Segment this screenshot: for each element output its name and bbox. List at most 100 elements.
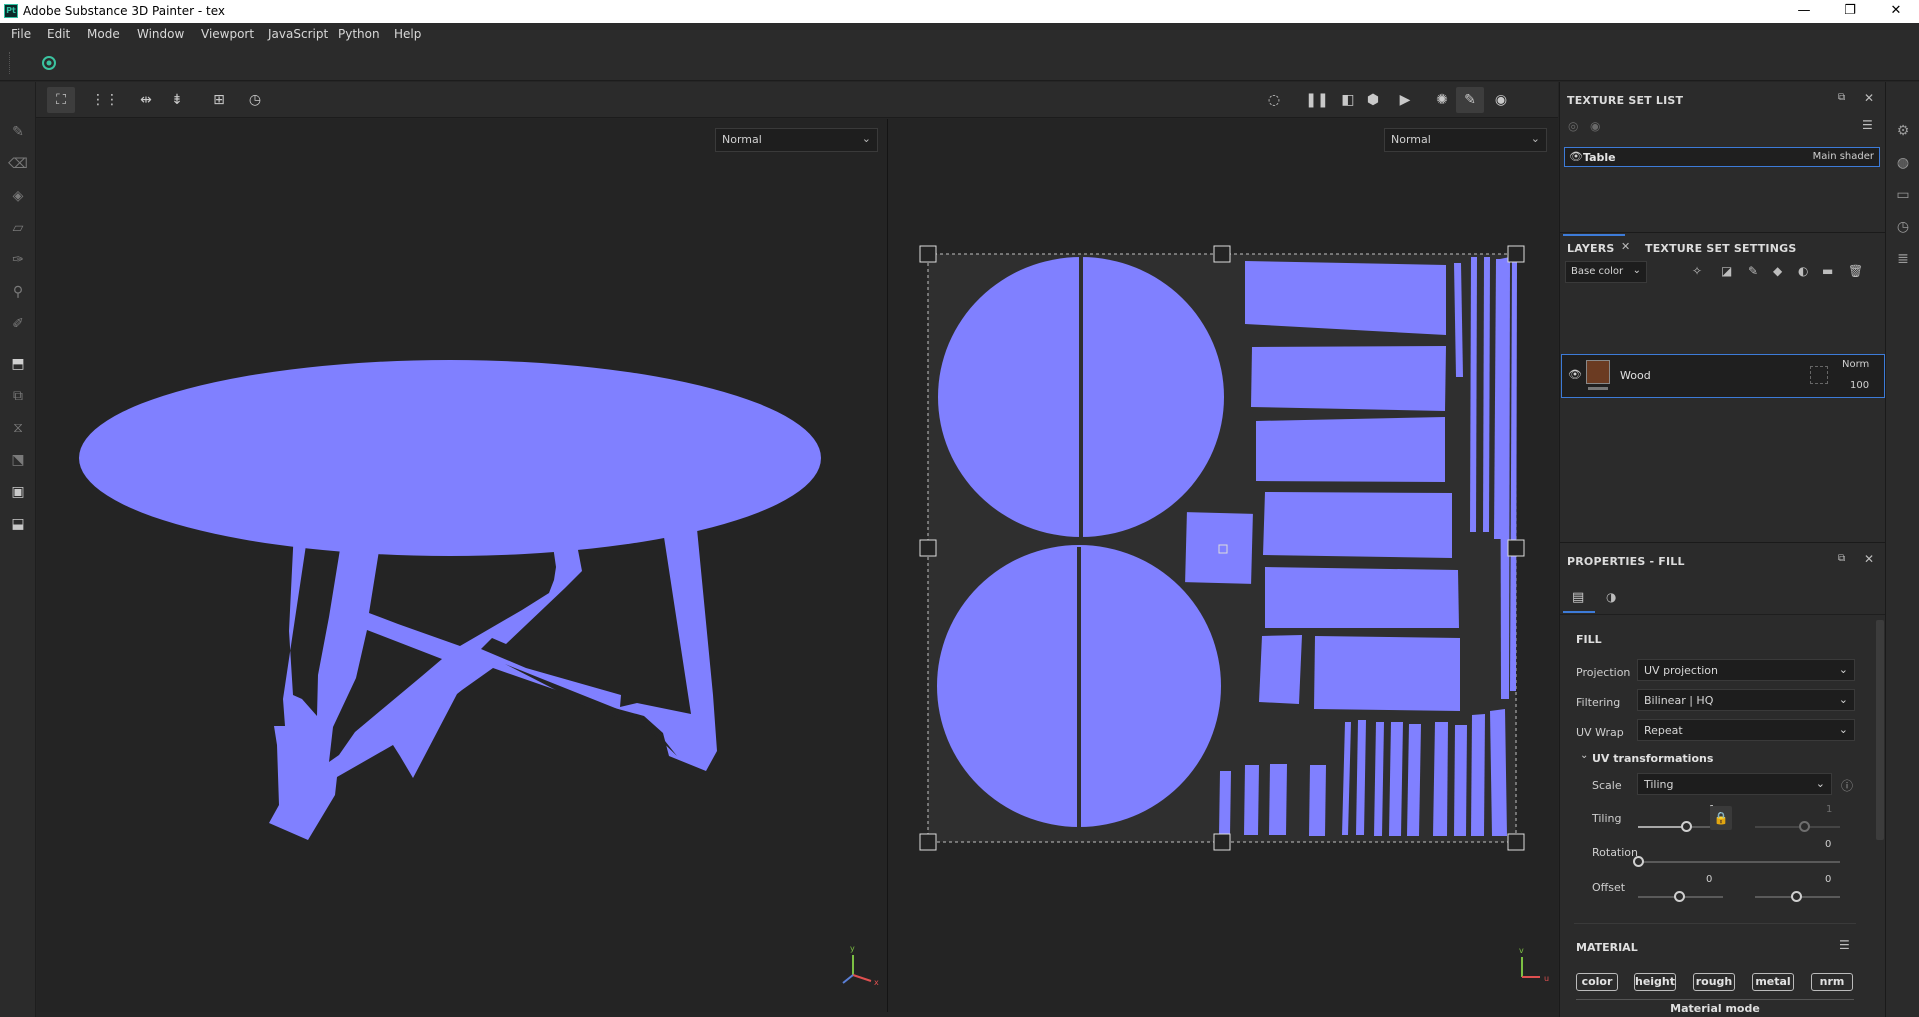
offset-v-value[interactable]: 0 — [1825, 874, 1831, 885]
material-color-toggle[interactable]: color — [1576, 973, 1618, 991]
uv-tool-icon[interactable]: ⬔ — [8, 450, 28, 470]
offset-u-value[interactable]: 0 — [1706, 874, 1712, 885]
material-nrm-toggle[interactable]: nrm — [1811, 973, 1853, 991]
tiling-v-knob[interactable] — [1799, 821, 1810, 832]
rotation-track[interactable] — [1638, 861, 1840, 863]
material-mode-label[interactable]: Material mode — [1576, 999, 1854, 1017]
maximize-button[interactable]: ❐ — [1827, 0, 1873, 23]
menu-edit[interactable]: Edit — [47, 27, 70, 41]
viewport-2d-uv[interactable]: Normal ⌄ v u — [888, 119, 1558, 1012]
material-height-toggle[interactable]: height — [1634, 973, 1676, 991]
eraser-icon[interactable]: ⌫ — [8, 154, 28, 174]
add-effect-icon[interactable]: ✧ — [1692, 264, 1702, 278]
material-options-icon[interactable]: ☰ — [1839, 938, 1850, 952]
assets-icon[interactable]: ▭ — [1894, 186, 1912, 204]
menu-help[interactable]: Help — [394, 27, 421, 41]
properties-scrollbar[interactable] — [1876, 620, 1884, 840]
layer-name[interactable]: Wood — [1620, 369, 1651, 382]
delete-layer-icon[interactable]: 🗑 — [1848, 264, 1863, 278]
align-icon[interactable]: ⇟ — [163, 87, 191, 113]
menu-window[interactable]: Window — [137, 27, 184, 41]
info-icon[interactable]: ⓘ — [1841, 777, 1853, 794]
paint-mode-icon[interactable]: ✎ — [1456, 87, 1484, 113]
history-icon[interactable]: ◷ — [1894, 218, 1912, 236]
menu-javascript[interactable]: JavaScript — [268, 27, 328, 41]
display-settings-icon[interactable]: ⚙ — [1894, 122, 1912, 140]
cube-icon[interactable]: ⬢ — [1359, 87, 1387, 113]
selection-mode-icon[interactable]: ⛶ — [47, 87, 75, 113]
lock-icon[interactable]: 🔒 — [1710, 806, 1732, 830]
measure-icon[interactable]: ⧖ — [8, 418, 28, 438]
tab-texture-set-settings[interactable]: TEXTURE SET SETTINGS — [1645, 242, 1796, 255]
clone-stamp-icon[interactable]: ⚲ — [8, 282, 28, 302]
color-picker-icon[interactable]: ✐ — [8, 314, 28, 334]
channel-select[interactable]: Base color ⌄ — [1565, 261, 1647, 283]
material-rough-toggle[interactable]: rough — [1693, 973, 1735, 991]
add-fill-layer-icon[interactable]: ◆ — [1773, 264, 1782, 278]
tab-layers[interactable]: LAYERS — [1567, 242, 1615, 255]
close-tab-icon[interactable]: ✕ — [1621, 240, 1630, 253]
camera-icon[interactable]: ▶ — [1391, 87, 1419, 113]
offset-v-knob[interactable] — [1791, 891, 1802, 902]
list-options-icon[interactable]: ☰ — [1862, 118, 1873, 132]
iray-icon[interactable]: ✺ — [1428, 87, 1456, 113]
layer-opacity[interactable]: 100 — [1850, 380, 1869, 391]
paint-brush-icon[interactable]: ✎ — [8, 122, 28, 142]
sync-status-icon[interactable] — [42, 56, 56, 70]
export-icon[interactable]: ▣ — [8, 482, 28, 502]
texture-set-row[interactable]: 👁 Table Main shader — [1564, 147, 1880, 167]
asset-icon[interactable]: ⬓ — [8, 514, 28, 534]
undock-icon[interactable]: ⧉ — [1838, 92, 1845, 103]
texture-set-shader[interactable]: Main shader — [1813, 151, 1874, 162]
layer-blend-mode[interactable]: Norm — [1842, 359, 1869, 370]
add-smart-material-icon[interactable]: ◐ — [1798, 264, 1808, 278]
layer-row[interactable]: 👁 Wood Norm 100 — [1561, 354, 1885, 398]
projection-icon[interactable]: ◈ — [8, 186, 28, 206]
eye-icon[interactable]: 👁 — [1569, 150, 1583, 163]
add-folder-icon[interactable]: ▬ — [1822, 264, 1833, 278]
eye-icon[interactable]: 👁 — [1568, 368, 1582, 381]
tab-fill-properties[interactable]: ▤ — [1563, 585, 1595, 613]
screenshot-icon[interactable]: ◉ — [1487, 87, 1515, 113]
menu-file[interactable]: File — [11, 27, 31, 41]
shader-settings-icon[interactable]: ◍ — [1894, 154, 1912, 172]
log-icon[interactable]: ≣ — [1894, 250, 1912, 268]
grid-options-icon[interactable]: ⋮⋮ — [91, 87, 119, 113]
undock-icon[interactable]: ⧉ — [1838, 553, 1845, 564]
uv-transformations-toggle[interactable]: UV transformations — [1592, 752, 1713, 765]
pause-icon[interactable]: ❚❚ — [1303, 87, 1331, 113]
tiling-u-knob[interactable] — [1681, 821, 1692, 832]
add-mask-icon[interactable]: ◪ — [1721, 264, 1732, 278]
eye-icon[interactable]: ◉ — [1590, 119, 1600, 133]
projection-select[interactable]: UV projection ⌄ — [1637, 659, 1855, 681]
split-view-icon[interactable]: ◧ — [1334, 87, 1362, 113]
geometry-fill-icon[interactable]: ▱ — [8, 218, 28, 238]
filtering-select[interactable]: Bilinear | HQ ⌄ — [1637, 689, 1855, 711]
minimize-button[interactable]: — — [1781, 0, 1827, 23]
history-icon[interactable]: ◷ — [241, 87, 269, 113]
collapse-chevron-icon[interactable]: ⌄ — [1580, 750, 1588, 761]
rotation-knob[interactable] — [1633, 856, 1644, 867]
hide-icon[interactable]: ◌ — [1260, 87, 1288, 113]
close-window-button[interactable]: ✕ — [1873, 0, 1919, 23]
uvwrap-select[interactable]: Repeat ⌄ — [1637, 719, 1855, 741]
offset-u-knob[interactable] — [1674, 891, 1685, 902]
layer-mask-slot[interactable] — [1810, 366, 1828, 384]
add-paint-layer-icon[interactable]: ✎ — [1748, 264, 1758, 278]
scale-select[interactable]: Tiling ⌄ — [1637, 773, 1832, 795]
smudge-icon[interactable]: ✑ — [8, 250, 28, 270]
material-tab-icon[interactable]: ◑ — [1606, 590, 1616, 604]
material-metal-toggle[interactable]: metal — [1752, 973, 1794, 991]
hide-icon[interactable]: ◎ — [1568, 119, 1578, 133]
tiling-v-track[interactable] — [1755, 826, 1840, 828]
polygon-fill-icon[interactable]: ⬒ — [8, 354, 28, 374]
menu-viewport[interactable]: Viewport — [201, 27, 254, 41]
rotation-value[interactable]: 0 — [1825, 839, 1831, 850]
viewport-3d[interactable]: Normal ⌄ y x — [37, 119, 887, 1012]
symmetry-icon[interactable]: ⇹ — [132, 87, 160, 113]
close-panel-icon[interactable]: ✕ — [1864, 91, 1874, 105]
menu-python[interactable]: Python — [338, 27, 380, 41]
close-panel-icon[interactable]: ✕ — [1864, 552, 1874, 566]
add-icon[interactable]: ⊞ — [205, 87, 233, 113]
tiling-v-value[interactable]: 1 — [1826, 804, 1832, 815]
